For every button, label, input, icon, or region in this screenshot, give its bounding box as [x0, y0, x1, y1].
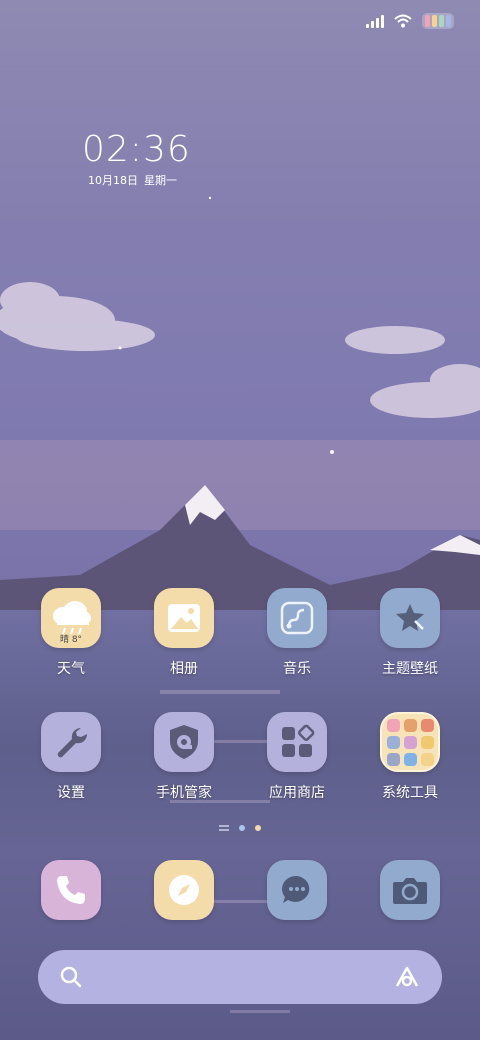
mini-app-icon [386, 735, 400, 749]
app-themes[interactable]: 主题壁纸 [355, 588, 465, 678]
phone-icon [41, 860, 101, 920]
dock-browser[interactable] [129, 860, 239, 920]
battery-cell [446, 15, 451, 27]
battery-cell [439, 15, 444, 27]
app-music[interactable]: 音乐 [242, 588, 352, 678]
app-settings[interactable]: 设置 [16, 712, 126, 802]
assistant-logo-icon[interactable] [394, 965, 420, 989]
wifi-icon [394, 14, 412, 28]
app-folder-tools[interactable]: 系统工具 [355, 712, 465, 802]
drawer-lines-icon [219, 825, 229, 831]
app-phone-manager[interactable]: 手机管家 [129, 712, 239, 802]
clock-date: 10月18日 星期一 [82, 172, 191, 188]
mini-app-icon [403, 735, 417, 749]
app-store-icon [267, 712, 327, 772]
battery-cell [425, 15, 430, 27]
page-indicator[interactable] [0, 824, 480, 832]
app-label: 应用商店 [269, 785, 325, 801]
mini-app-icon [420, 718, 434, 732]
mini-app-icon [386, 718, 400, 732]
app-store[interactable]: 应用商店 [242, 712, 352, 802]
app-label: 主题壁纸 [382, 661, 438, 677]
mini-app-icon [420, 752, 434, 766]
mini-app-icon [420, 735, 434, 749]
weekday-text: 星期一 [144, 174, 177, 187]
mini-app-icon [403, 752, 417, 766]
app-label: 设置 [57, 785, 85, 801]
folder-icon [380, 712, 440, 772]
search-icon [60, 966, 82, 988]
search-bar[interactable] [38, 950, 442, 1004]
theme-star-icon [380, 588, 440, 648]
weather-rain-icon: 晴 8° [41, 588, 101, 648]
app-label: 天气 [57, 661, 85, 677]
app-label: 音乐 [283, 661, 311, 677]
app-label: 系统工具 [382, 785, 438, 801]
battery-cell [432, 15, 437, 27]
wrench-icon [41, 712, 101, 772]
app-label: 手机管家 [156, 785, 212, 801]
mini-app-icon [403, 718, 417, 732]
page-dot[interactable] [239, 825, 245, 831]
page-dot-active[interactable] [255, 825, 261, 831]
music-icon [267, 588, 327, 648]
dock-messages[interactable] [242, 860, 352, 920]
app-label: 相册 [170, 661, 198, 677]
message-icon [267, 860, 327, 920]
status-bar [366, 8, 454, 34]
dock-camera[interactable] [355, 860, 465, 920]
weather-badge: 晴 8° [59, 635, 83, 645]
app-gallery[interactable]: 相册 [129, 588, 239, 678]
app-weather[interactable]: 晴 8° 天气 [16, 588, 126, 678]
camera-icon [380, 860, 440, 920]
dock-phone[interactable] [16, 860, 126, 920]
clock-widget[interactable]: 02:36 10月18日 星期一 [82, 130, 191, 188]
shield-icon [154, 712, 214, 772]
signal-bars-icon [366, 14, 384, 28]
compass-browser-icon [154, 860, 214, 920]
mini-app-icon [386, 752, 400, 766]
gallery-icon [154, 588, 214, 648]
battery-icon [422, 13, 454, 29]
date-text: 10月18日 [88, 174, 138, 187]
clock-time: 02:36 [82, 129, 191, 170]
